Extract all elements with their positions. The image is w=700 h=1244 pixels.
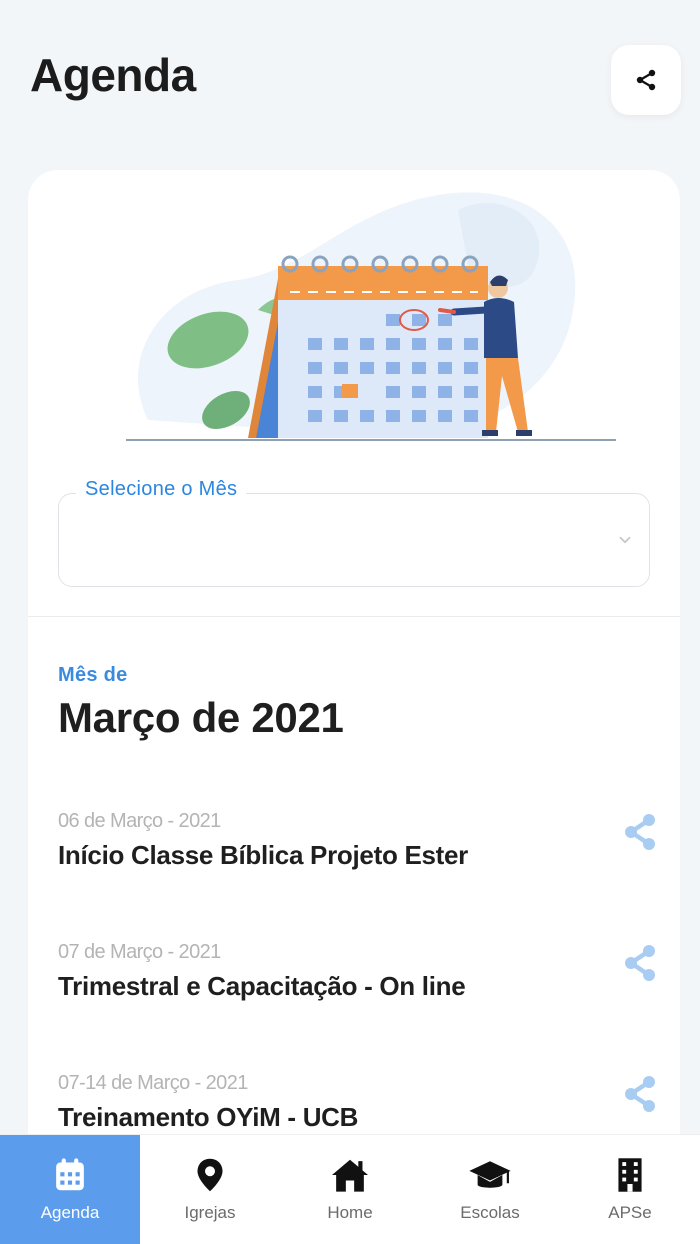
calendar-illustration xyxy=(126,192,616,441)
tab-escolas[interactable]: Escolas xyxy=(420,1135,560,1244)
tab-label: Igrejas xyxy=(184,1203,236,1222)
tab-label: Escolas xyxy=(460,1203,520,1222)
event-date: 07-14 de Março - 2021 xyxy=(58,1072,248,1094)
tab-apse[interactable]: APSe xyxy=(560,1135,700,1244)
share-icon[interactable] xyxy=(622,812,658,852)
event-title: Trimestral e Capacitação - On line xyxy=(58,971,466,1001)
home-icon xyxy=(332,1159,368,1192)
tab-agenda[interactable]: Agenda xyxy=(0,1135,140,1244)
tab-label: APSe xyxy=(608,1203,652,1222)
building-icon xyxy=(618,1158,642,1192)
tab-label: Agenda xyxy=(40,1203,100,1222)
agenda-card: Selecione o Mês Mês de Março de 2021 06 … xyxy=(28,170,680,1170)
calendar-icon xyxy=(56,1158,84,1191)
event-title: Início Classe Bíblica Projeto Ester xyxy=(58,840,468,870)
bottom-tab-bar: Agenda Igrejas Home Escolas APSe xyxy=(0,1134,700,1244)
tab-label: Home xyxy=(327,1203,373,1222)
event-item[interactable]: 06 de Março - 2021 Início Classe Bíblica… xyxy=(58,810,658,890)
event-date: 07 de Março - 2021 xyxy=(58,941,221,963)
event-title: Treinamento OYiM - UCB xyxy=(58,1102,359,1132)
event-item[interactable]: 07 de Março - 2021 Trimestral e Capacita… xyxy=(58,941,658,1021)
month-prefix: Mês de xyxy=(58,664,128,686)
share-button[interactable] xyxy=(611,45,681,115)
tab-igrejas[interactable]: Igrejas xyxy=(140,1135,280,1244)
tab-home[interactable]: Home xyxy=(280,1135,420,1244)
share-icon xyxy=(636,69,656,91)
month-select[interactable]: Selecione o Mês xyxy=(58,478,650,587)
event-date: 06 de Março - 2021 xyxy=(58,810,221,832)
share-icon[interactable] xyxy=(622,1074,658,1114)
month-select-label: Selecione o Mês xyxy=(76,478,247,501)
divider xyxy=(28,616,680,617)
share-icon[interactable] xyxy=(622,943,658,983)
month-title: Março de 2021 xyxy=(58,694,344,741)
map-pin-icon xyxy=(197,1158,223,1192)
page-title: Agenda xyxy=(30,49,196,101)
graduation-cap-icon xyxy=(469,1161,511,1188)
chevron-down-icon[interactable] xyxy=(616,531,634,549)
month-select-box[interactable] xyxy=(58,493,650,587)
